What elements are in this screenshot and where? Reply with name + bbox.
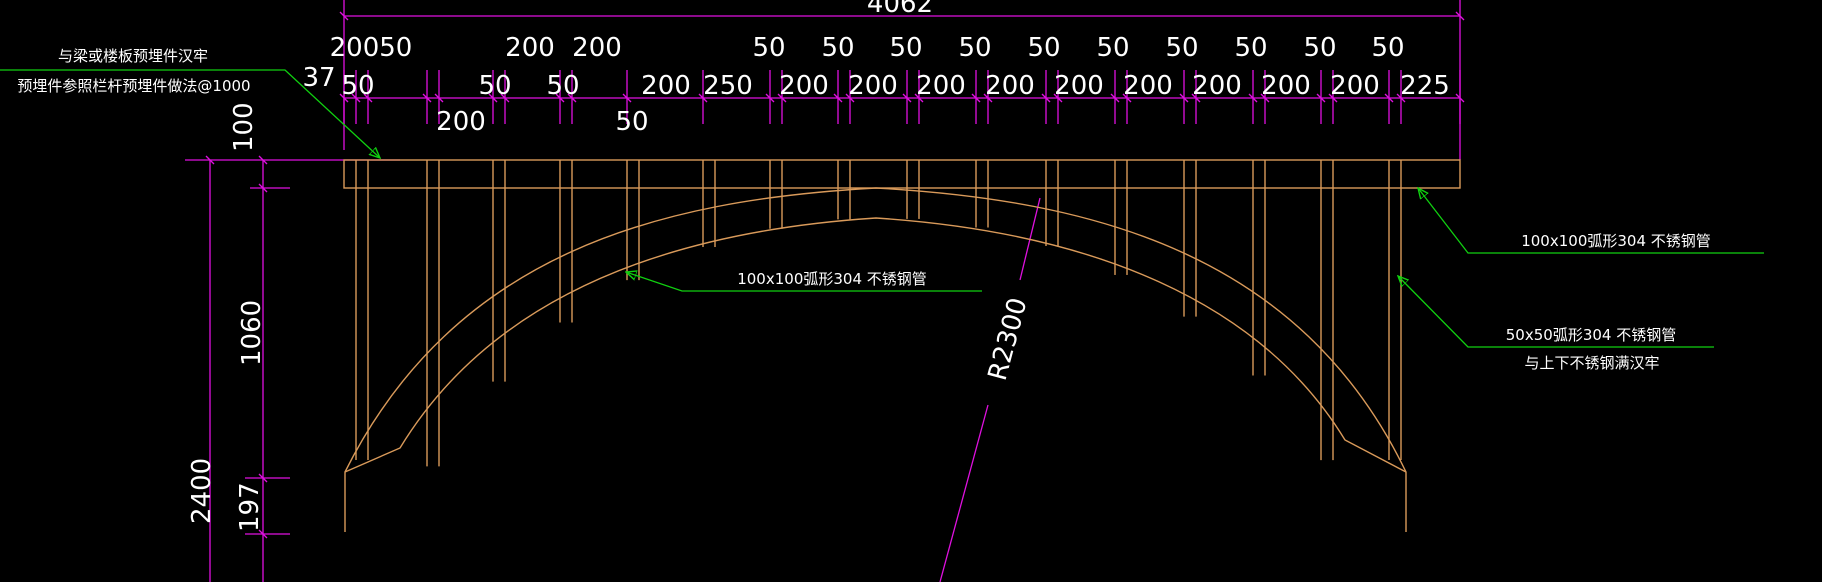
dim-mid-label: 200: [1330, 71, 1380, 101]
dim-bottom-gap: 197: [235, 482, 265, 532]
dim-top-label: 50: [1165, 33, 1198, 63]
dim-top-label: 20050: [330, 33, 413, 63]
railing-structure: [343, 159, 1461, 532]
dim-top-label: 50: [1234, 33, 1267, 63]
dim-mid-label: 200: [641, 71, 691, 101]
note-embed-line2: 预埋件参照栏杆预埋件做法@1000: [17, 77, 250, 95]
dimension-texts: 4062 20050 200 200 50 50 50 50 50 50 50 50 50 5037 50…: [187, 0, 1450, 532]
note-arc-pipe-left: 100x100弧形304 不锈钢管: [737, 270, 927, 288]
dim-mid-label: 50: [546, 71, 579, 101]
dim-mid-label: 50: [478, 71, 511, 101]
dim-mid-label: 200: [1054, 71, 1104, 101]
dim-mid-label: 200: [848, 71, 898, 101]
arch-railing-drawing: 4062 20050 200 200 50 50 50 50 50 50 50 50 50 5037 50…: [0, 0, 1764, 582]
note-embed-line1: 与梁或楼板预埋件汉牢: [58, 47, 208, 65]
note-arc-pipe-right: 100x100弧形304 不锈钢管: [1521, 232, 1711, 250]
dim-top-label: 200: [505, 33, 555, 63]
dim-top-height: 100: [229, 102, 259, 152]
dim-top-label: 50: [1303, 33, 1336, 63]
arch-inner: [344, 217, 1407, 473]
dim-mid-label: 200: [1123, 71, 1173, 101]
dim-top-label: 50: [821, 33, 854, 63]
dim-total-height: 2400: [187, 458, 217, 524]
dim-mid-label: 225: [1400, 71, 1450, 101]
dim-top-label: 50: [1371, 33, 1404, 63]
dim-top-label: 50: [1027, 33, 1060, 63]
dim-mid-label: 37: [302, 63, 335, 93]
dim-mid-label: 250: [703, 71, 753, 101]
dim-top-label: 50: [889, 33, 922, 63]
dim-top-label: 200: [572, 33, 622, 63]
dim-mid-label: 50: [341, 71, 374, 101]
dim-radius: R2300: [983, 295, 1034, 384]
dim-mid-label: 200: [916, 71, 966, 101]
dim-mid-label: 200: [985, 71, 1035, 101]
dim-low-label: 50: [615, 107, 648, 137]
baluster-posts: [355, 160, 1402, 467]
dim-top-label: 50: [752, 33, 785, 63]
dim-overall-width: 4062: [867, 0, 933, 19]
note-post-pipe-line2: 与上下不锈钢满汉牢: [1524, 354, 1659, 372]
dim-rail-height: 1060: [237, 300, 267, 366]
dim-top-label: 50: [958, 33, 991, 63]
note-post-pipe-line1: 50x50弧形304 不锈钢管: [1506, 326, 1676, 344]
dim-top-label: 50: [1096, 33, 1129, 63]
dim-mid-label: 200: [1261, 71, 1311, 101]
dim-low-label: 200: [436, 107, 486, 137]
dim-mid-label: 200: [779, 71, 829, 101]
dim-mid-label: 200: [1192, 71, 1242, 101]
arch-outer: [344, 187, 1407, 532]
top-handrail: [343, 159, 1461, 189]
